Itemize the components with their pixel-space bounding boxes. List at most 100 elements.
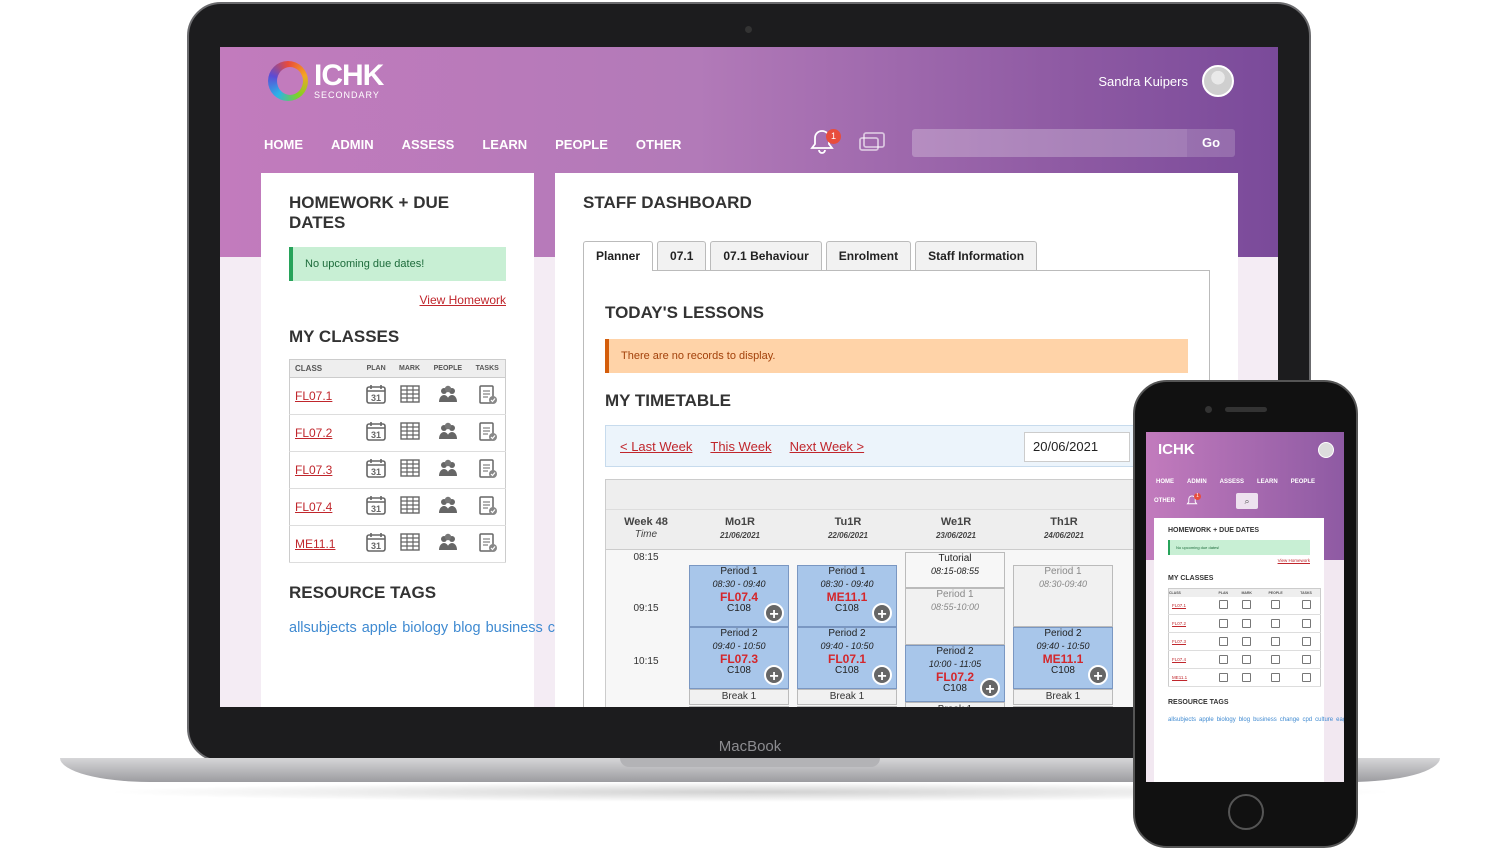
tag-link[interactable]: blog (453, 620, 480, 636)
mobile-nav-item[interactable]: HOME (1156, 479, 1174, 485)
class-link-me11-1[interactable]: ME11.1 (295, 537, 335, 551)
mobile-nav-item[interactable]: ADMIN (1187, 479, 1207, 485)
add-lesson-plan-button[interactable]: + (764, 603, 784, 623)
mobile-mark-icon[interactable] (1242, 618, 1252, 628)
mobile-view-homework-link[interactable]: View Homework (1168, 558, 1310, 563)
timetable-lesson[interactable]: Period 1 08:30-09:40 (1013, 565, 1113, 627)
mobile-tag-link[interactable]: cpd (1302, 717, 1312, 723)
tasks-icon[interactable] (476, 531, 498, 553)
timetable-lesson[interactable]: Tutorial 08:15-08:55 (905, 552, 1005, 588)
nav-home[interactable]: HOME (264, 137, 303, 152)
user-menu[interactable]: Sandra Kuipers (1098, 65, 1234, 97)
nav-assess[interactable]: ASSESS (402, 137, 455, 152)
mobile-tasks-icon[interactable] (1301, 636, 1311, 646)
mobile-mark-icon[interactable] (1242, 672, 1252, 682)
timetable-lesson[interactable]: Period 2 10:00 - 11:05 FL07.2 C108 + (905, 645, 1005, 702)
mobile-plan-icon[interactable] (1218, 672, 1228, 682)
nav-learn[interactable]: LEARN (482, 137, 527, 152)
people-icon[interactable] (437, 494, 459, 516)
markbook-icon[interactable] (399, 457, 421, 479)
calendar-icon[interactable]: 31 (365, 494, 387, 516)
mobile-people-icon[interactable] (1271, 618, 1281, 628)
class-link-fl07-3[interactable]: FL07.3 (295, 463, 332, 477)
mobile-tag-link[interactable]: biology (1217, 717, 1236, 723)
tab-07-1[interactable]: 07.1 (657, 241, 707, 270)
lesson-class-code[interactable]: FL07.4 (690, 591, 788, 603)
mobile-nav-item[interactable]: LEARN (1257, 479, 1278, 485)
last-week-link[interactable]: < Last Week (620, 439, 692, 454)
calendar-icon[interactable]: 31 (365, 457, 387, 479)
people-icon[interactable] (437, 420, 459, 442)
mobile-people-icon[interactable] (1271, 600, 1281, 610)
people-icon[interactable] (437, 383, 459, 405)
tab-07-1-behaviour[interactable]: 07.1 Behaviour (710, 241, 822, 270)
nav-admin[interactable]: ADMIN (331, 137, 374, 152)
mobile-people-icon[interactable] (1271, 636, 1281, 646)
mobile-plan-icon[interactable] (1218, 600, 1228, 610)
tab-enrolment[interactable]: Enrolment (825, 241, 912, 270)
search-input[interactable] (912, 129, 1187, 157)
mobile-tag-link[interactable]: apple (1199, 717, 1214, 723)
calendar-icon[interactable]: 31 (365, 383, 387, 405)
mobile-class-link[interactable]: FL07.2 (1168, 614, 1213, 633)
mobile-tag-link[interactable]: eag (1336, 717, 1344, 723)
mobile-logo[interactable]: ICHK (1158, 441, 1195, 458)
mobile-tag-link[interactable]: business (1253, 717, 1277, 723)
mobile-mark-icon[interactable] (1242, 600, 1252, 610)
lesson-class-code[interactable]: FL07.3 (690, 653, 788, 665)
add-lesson-plan-button[interactable]: + (872, 665, 892, 685)
mobile-avatar[interactable] (1318, 442, 1334, 458)
add-lesson-plan-button[interactable]: + (1088, 665, 1108, 685)
school-logo[interactable]: ICHK SECONDARY (268, 61, 384, 101)
mobile-people-icon[interactable] (1271, 672, 1281, 682)
timetable-lesson[interactable]: Period 2 09:40 - 10:50 ME11.1 C108 + (1013, 627, 1113, 689)
mobile-nav-other[interactable]: OTHER (1154, 498, 1175, 504)
mobile-class-link[interactable]: ME11.1 (1168, 668, 1213, 687)
markbook-icon[interactable] (399, 420, 421, 442)
mobile-plan-icon[interactable] (1218, 654, 1228, 664)
mobile-plan-icon[interactable] (1218, 618, 1228, 628)
timetable-lesson[interactable]: Period 1 08:55-10:00 (905, 588, 1005, 645)
mobile-search-icon[interactable]: ⌕ (1236, 493, 1258, 509)
mobile-mark-icon[interactable] (1242, 654, 1252, 664)
tag-link[interactable]: business (486, 620, 543, 636)
mobile-tag-link[interactable]: culture (1315, 717, 1333, 723)
class-link-fl07-4[interactable]: FL07.4 (295, 500, 332, 514)
tab-staff-information[interactable]: Staff Information (915, 241, 1038, 270)
next-week-link[interactable]: Next Week > (790, 439, 865, 454)
mobile-tasks-icon[interactable] (1301, 600, 1311, 610)
avatar[interactable] (1202, 65, 1234, 97)
markbook-icon[interactable] (399, 494, 421, 516)
mobile-tasks-icon[interactable] (1301, 618, 1311, 628)
tag-link[interactable]: biology (402, 620, 448, 636)
mobile-people-icon[interactable] (1271, 654, 1281, 664)
tag-link[interactable]: apple (362, 620, 397, 636)
date-input[interactable]: 20/06/2021 (1024, 432, 1130, 462)
mobile-tasks-icon[interactable] (1301, 672, 1311, 682)
tasks-icon[interactable] (476, 457, 498, 479)
lesson-class-code[interactable]: ME11.1 (1014, 653, 1112, 665)
mobile-class-link[interactable]: FL07.3 (1168, 632, 1213, 651)
add-lesson-plan-button[interactable]: + (872, 603, 892, 623)
mobile-nav-item[interactable]: PEOPLE (1291, 479, 1315, 485)
nav-people[interactable]: PEOPLE (555, 137, 608, 152)
people-icon[interactable] (437, 457, 459, 479)
tab-planner[interactable]: Planner (583, 241, 654, 271)
lesson-class-code[interactable]: FL07.1 (798, 653, 896, 665)
mobile-tasks-icon[interactable] (1301, 654, 1311, 664)
people-icon[interactable] (437, 531, 459, 553)
add-lesson-plan-button[interactable]: + (980, 678, 1000, 698)
this-week-link[interactable]: This Week (710, 439, 771, 454)
mobile-mark-icon[interactable] (1242, 636, 1252, 646)
class-link-fl07-2[interactable]: FL07.2 (295, 426, 332, 440)
tasks-icon[interactable] (476, 383, 498, 405)
markbook-icon[interactable] (399, 531, 421, 553)
search-go-button[interactable]: Go (1187, 129, 1235, 157)
timetable-lesson[interactable]: Period 1 08:30 - 09:40 FL07.4 C108 + (689, 565, 789, 627)
mobile-class-link[interactable]: FL07.1 (1168, 596, 1213, 615)
messages-icon[interactable] (858, 131, 886, 155)
markbook-icon[interactable] (399, 383, 421, 405)
mobile-tag-link[interactable]: change (1280, 717, 1300, 723)
lesson-class-code[interactable]: ME11.1 (798, 591, 896, 603)
tasks-icon[interactable] (476, 494, 498, 516)
